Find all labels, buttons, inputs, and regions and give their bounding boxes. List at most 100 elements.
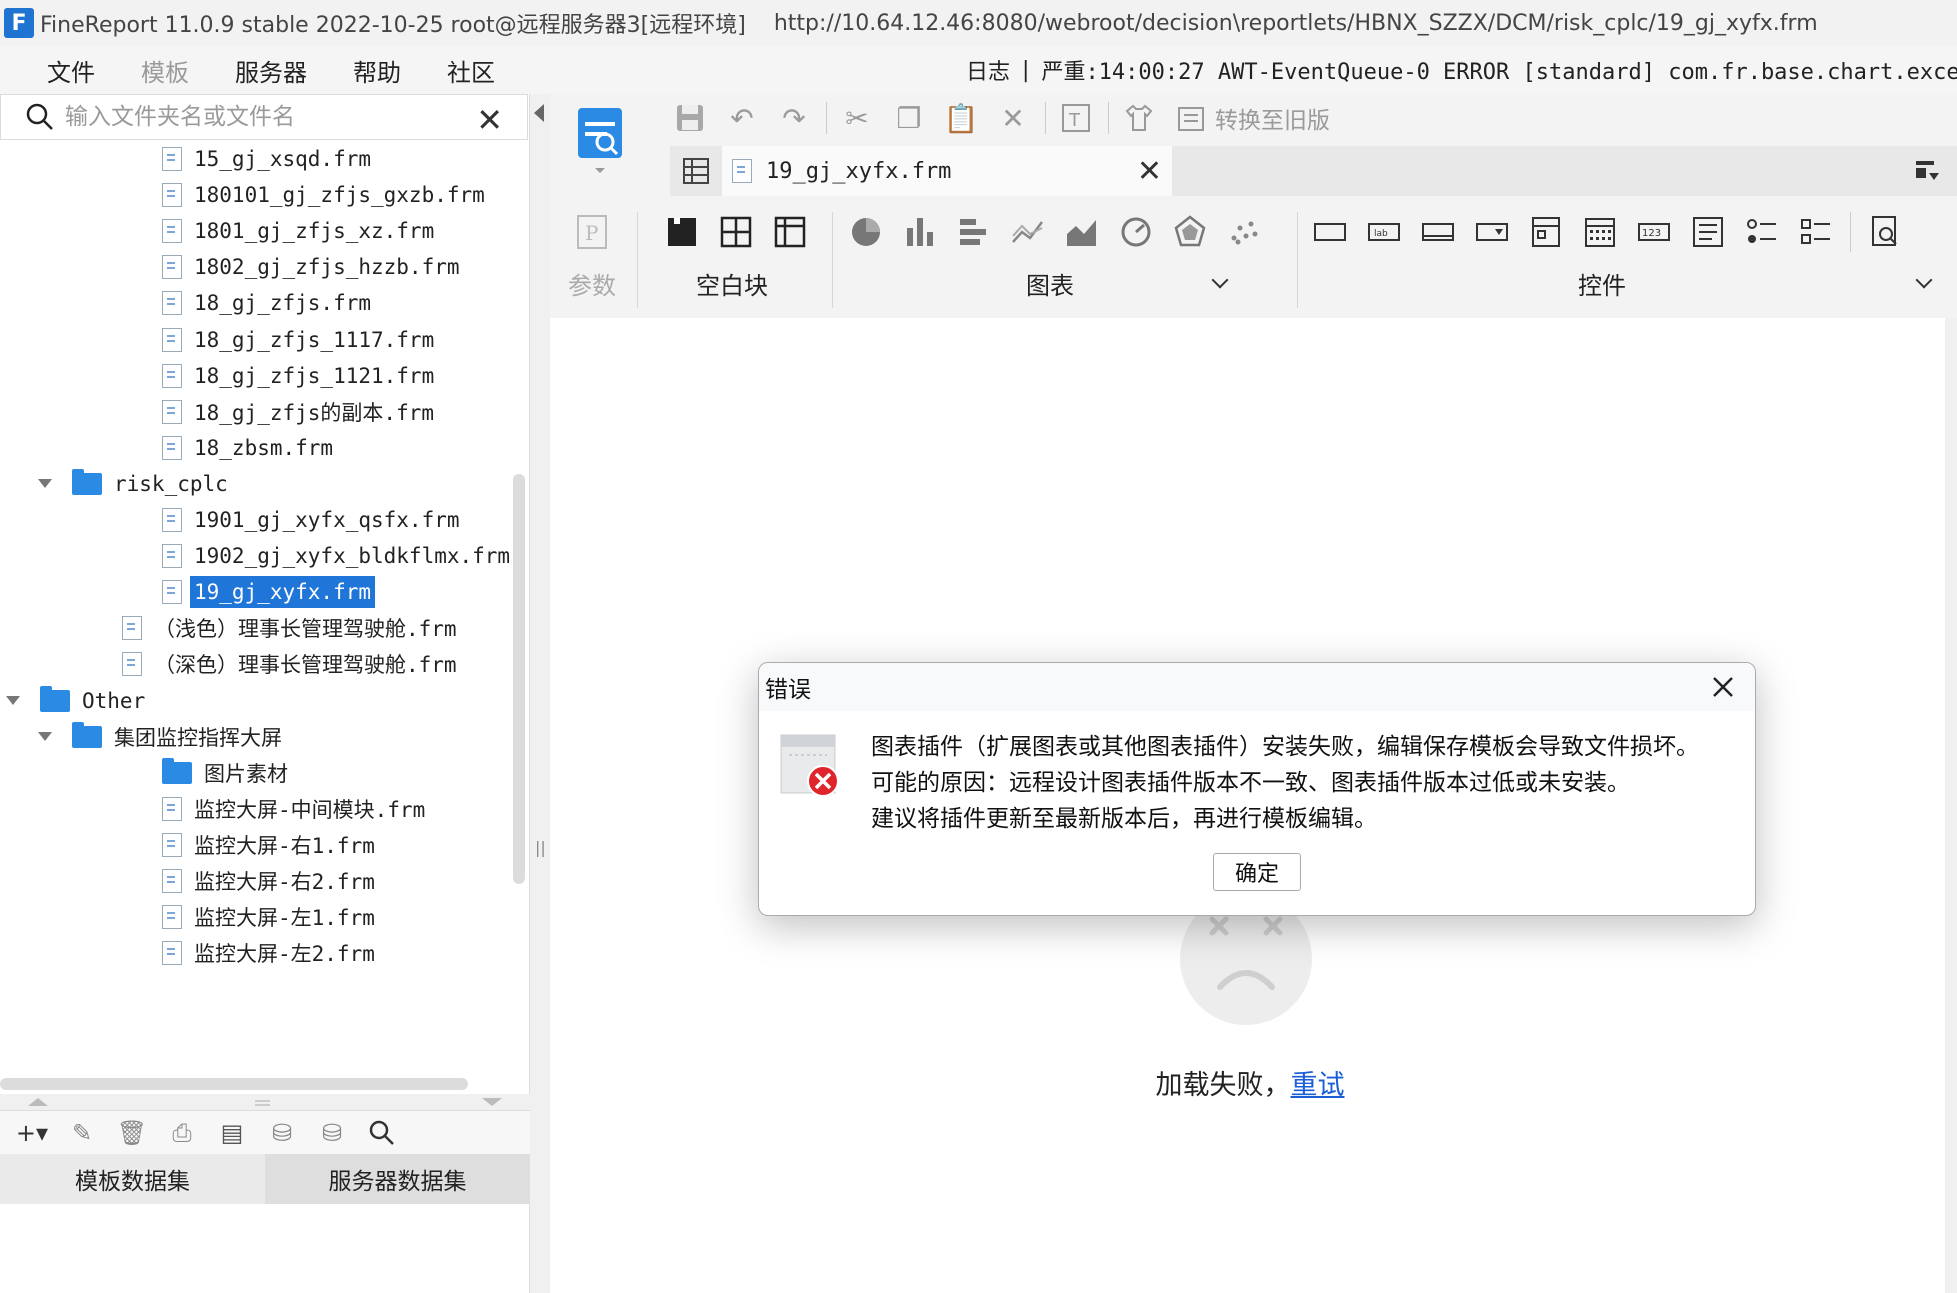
tree-folder[interactable]: 集团监控指挥大屏	[38, 720, 286, 754]
parameter-icon[interactable]: P	[572, 212, 612, 252]
convert-legacy-icon[interactable]	[1171, 100, 1211, 136]
tree-file[interactable]: （浅色）理事长管理驾驶舱.frm	[122, 611, 461, 645]
button-widget-icon[interactable]	[1310, 212, 1350, 252]
tree-file[interactable]: 1902_gj_xyfx_bldkflmx.frm	[162, 539, 512, 573]
tree-folder[interactable]: risk_cplc	[38, 467, 232, 501]
panel-divider-grip[interactable]: ||	[535, 838, 546, 857]
panel-split-bar[interactable]	[0, 1094, 530, 1110]
tree-file[interactable]: 监控大屏-左2.frm	[162, 936, 379, 970]
close-dialog-icon[interactable]	[1707, 671, 1739, 703]
database-remove-icon[interactable]: ⛁	[312, 1115, 352, 1151]
expand-caret-icon[interactable]	[38, 732, 52, 742]
tree-file[interactable]: 监控大屏-右1.frm	[162, 828, 379, 862]
dialog-title: 错误	[765, 677, 811, 703]
convert-legacy-button[interactable]: 转换至旧版	[1215, 101, 1330, 135]
tree-file[interactable]: 1802_gj_zfjs_hzzb.frm	[162, 250, 464, 284]
text-area-widget-icon[interactable]	[1688, 212, 1728, 252]
save-icon[interactable]	[670, 100, 710, 136]
tree-file[interactable]: 监控大屏-左1.frm	[162, 900, 379, 934]
tree-file[interactable]: 1901_gj_xyfx_qsfx.frm	[162, 503, 464, 537]
tree-file[interactable]: 监控大屏-右2.frm	[162, 864, 379, 898]
ok-button[interactable]: 确定	[1213, 853, 1301, 891]
grid-layout-icon[interactable]	[670, 146, 722, 196]
tab-server-dataset[interactable]: 服务器数据集	[265, 1154, 530, 1204]
label-widget-icon[interactable]: lab	[1364, 212, 1404, 252]
dropdown-widget-icon[interactable]	[1472, 212, 1512, 252]
tree-item-label: 监控大屏-右1.frm	[194, 833, 375, 858]
tree-file[interactable]: 18_gj_zfjs_1117.frm	[162, 323, 438, 357]
edit-icon[interactable]: ✎	[62, 1115, 102, 1151]
delete-icon[interactable]: 🗑	[112, 1115, 152, 1151]
tree-folder[interactable]: 图片素材	[162, 756, 292, 790]
tree-vertical-scrollbar[interactable]	[513, 474, 525, 884]
designer-mode-icon[interactable]	[575, 106, 625, 176]
tab-template-dataset[interactable]: 模板数据集	[0, 1154, 265, 1204]
search-dataset-icon[interactable]	[362, 1115, 402, 1151]
preview-widget-icon[interactable]	[1865, 212, 1905, 252]
cut-icon[interactable]: ✂	[837, 100, 877, 136]
form-widget-icon[interactable]	[1526, 212, 1566, 252]
tree-file[interactable]: 180101_gj_zfjs_gxzb.frm	[162, 178, 489, 212]
database-icon[interactable]: ⛁	[262, 1115, 302, 1151]
add-dataset-icon[interactable]: +▾	[12, 1115, 52, 1151]
radar-chart-icon[interactable]	[1170, 212, 1210, 252]
table-layout-icon[interactable]	[770, 212, 810, 252]
tree-file[interactable]: 18_zbsm.frm	[162, 431, 337, 465]
preview-dataset-icon[interactable]: ⎙	[162, 1115, 202, 1151]
widget-dropdown-icon[interactable]	[1915, 271, 1933, 289]
theme-shirt-icon[interactable]	[1119, 100, 1159, 136]
checkbox-group-widget-icon[interactable]	[1796, 212, 1836, 252]
collapse-panel-icon[interactable]	[534, 104, 544, 122]
template-text-icon[interactable]: T	[1056, 100, 1096, 136]
doc-tab[interactable]: 19_gj_xyfx.frm ✕	[722, 146, 1172, 196]
widget-group: lab 123 控件	[1310, 202, 1950, 318]
area-chart-icon[interactable]	[1062, 212, 1102, 252]
tree-file[interactable]: 18_gj_zfjs_1121.frm	[162, 359, 438, 393]
retry-link[interactable]: 重试	[1291, 1070, 1345, 1101]
split-block-icon[interactable]	[716, 212, 756, 252]
expand-caret-icon[interactable]	[38, 479, 52, 489]
radio-group-widget-icon[interactable]	[1742, 212, 1782, 252]
blank-block-icon[interactable]	[662, 212, 702, 252]
tree-item-label: 1902_gj_xyfx_bldkflmx.frm	[194, 544, 511, 569]
menu-community[interactable]: 社区	[424, 53, 518, 88]
line-chart-icon[interactable]	[1008, 212, 1048, 252]
expand-caret-icon[interactable]	[6, 696, 20, 705]
tree-file[interactable]: 19_gj_xyfx.frm	[162, 575, 376, 609]
copy-icon[interactable]: ❐	[889, 100, 929, 136]
delete-icon[interactable]: ✕	[993, 100, 1033, 136]
menu-file[interactable]: 文件	[24, 53, 118, 88]
gauge-chart-icon[interactable]	[1116, 212, 1156, 252]
menu-help[interactable]: 帮助	[330, 53, 424, 88]
redo-icon[interactable]: ↷	[774, 100, 814, 136]
paste-icon[interactable]: 📋	[941, 100, 981, 136]
number-widget-icon[interactable]: 123	[1634, 212, 1674, 252]
undo-icon[interactable]: ↶	[722, 100, 762, 136]
tree-horizontal-scrollbar[interactable]	[0, 1078, 468, 1090]
tab-list-menu-icon[interactable]	[1913, 156, 1943, 186]
tree-folder[interactable]: Other	[6, 684, 149, 718]
dataset-properties-icon[interactable]: ▤	[212, 1115, 252, 1151]
tree-file[interactable]: 监控大屏-中间模块.frm	[162, 792, 429, 826]
menu-template[interactable]: 模板	[118, 53, 212, 88]
dialog-header[interactable]: 错误	[759, 663, 1755, 711]
search-clear-icon[interactable]: ✕	[476, 101, 503, 139]
bar-chart-icon[interactable]	[900, 212, 940, 252]
tree-file[interactable]: （深色）理事长管理驾驶舱.frm	[122, 647, 461, 681]
date-widget-icon[interactable]	[1580, 212, 1620, 252]
horizontal-bar-chart-icon[interactable]	[954, 212, 994, 252]
tree-file[interactable]: 15_gj_xsqd.frm	[162, 142, 375, 176]
chart-dropdown-icon[interactable]	[1211, 271, 1229, 289]
close-tab-icon[interactable]: ✕	[1137, 154, 1162, 189]
tree-file[interactable]: 18_gj_zfjs的副本.frm	[162, 395, 438, 429]
log-message[interactable]: 严重:14:00:27 AWT-EventQueue-0 ERROR [stan…	[1041, 54, 1957, 86]
tree-file[interactable]: 18_gj_zfjs.frm	[162, 286, 375, 320]
scatter-chart-icon[interactable]	[1224, 212, 1264, 252]
pie-chart-icon[interactable]	[846, 212, 886, 252]
search-input[interactable]	[65, 104, 465, 130]
menu-server[interactable]: 服务器	[212, 53, 330, 88]
tree-file[interactable]: 1801_gj_zfjs_xz.frm	[162, 214, 438, 248]
log-button[interactable]: 日志	[966, 54, 1010, 86]
text-field-widget-icon[interactable]	[1418, 212, 1458, 252]
svg-text:lab: lab	[1374, 229, 1388, 239]
